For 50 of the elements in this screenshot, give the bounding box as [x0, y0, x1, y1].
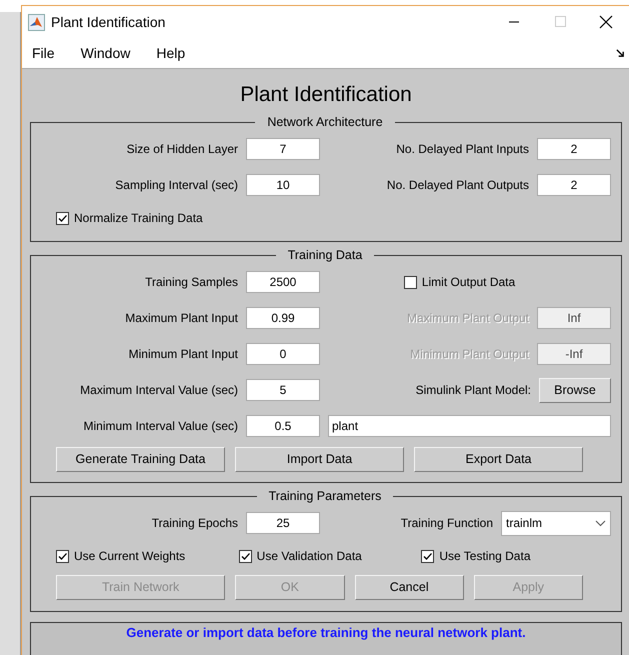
input-field[interactable]: 2 — [537, 174, 611, 196]
field-label: No. Delayed Plant Inputs — [395, 142, 529, 156]
field-label: Maximum Plant Input — [124, 311, 238, 325]
check-mark-icon — [57, 550, 68, 562]
input-field[interactable]: 2500 — [246, 271, 320, 293]
field-label: Size of Hidden Layer — [126, 142, 238, 156]
push-button[interactable]: Cancel — [354, 574, 464, 600]
menu-item[interactable]: File — [32, 45, 65, 61]
field-label: Minimum Plant Input — [128, 347, 238, 361]
dock-arrow-icon[interactable] — [616, 48, 625, 58]
push-button[interactable]: Export Data — [414, 446, 583, 472]
status-message: Generate or import data before training the neural network plant. — [126, 625, 526, 640]
panel-title: Training Data — [286, 248, 364, 262]
checkbox[interactable]: Use Testing Data — [421, 549, 530, 563]
input-field[interactable]: plant — [328, 415, 611, 437]
window-title: Plant Identification — [51, 14, 166, 30]
menu-item[interactable]: Window — [80, 45, 140, 61]
push-button[interactable]: Import Data — [235, 446, 404, 472]
push-button[interactable]: Browse — [539, 378, 611, 402]
input-field[interactable]: 10 — [246, 174, 320, 196]
app-logo-icon — [28, 14, 45, 30]
dialog-heading: Plant Identification — [240, 83, 412, 107]
input-field[interactable]: 0.5 — [246, 415, 320, 437]
dropdown[interactable]: trainlm — [501, 510, 611, 536]
field-label: No. Delayed Plant Outputs — [386, 178, 529, 192]
field-label: Training Function — [400, 516, 493, 530]
input-field[interactable]: 0.99 — [246, 307, 320, 329]
input-field[interactable]: 5 — [246, 379, 320, 401]
check-mark-icon — [422, 550, 434, 562]
checkbox[interactable]: Use Current Weights — [56, 549, 186, 563]
push-button[interactable]: Generate Training Data — [56, 446, 225, 472]
chevron-down-icon — [594, 520, 606, 526]
checkbox[interactable]: Normalize Training Data — [56, 211, 203, 225]
field-label: Simulink Plant Model: — [414, 383, 531, 397]
check-mark-icon — [57, 212, 68, 224]
field-label: Training Epochs — [150, 516, 238, 530]
input-field[interactable]: 0 — [246, 343, 320, 365]
input-field[interactable]: 25 — [246, 512, 320, 534]
field-label: Minimum Interval Value (sec) — [82, 419, 238, 433]
field-label: Maximum Interval Value (sec) — [79, 383, 238, 397]
check-mark-icon — [240, 550, 251, 562]
field-label: Training Samples — [144, 275, 238, 289]
checkbox[interactable]: Use Validation Data — [238, 549, 362, 563]
input-field[interactable]: 2 — [537, 138, 611, 160]
input-field[interactable]: 7 — [246, 138, 320, 160]
menu-item[interactable]: Help — [156, 45, 196, 61]
panel-title: Network Architecture — [266, 115, 384, 129]
checkbox[interactable]: Limit Output Data — [404, 275, 516, 289]
panel-title: Training Parameters — [268, 489, 382, 503]
field-label: Sampling Interval (sec) — [114, 178, 238, 192]
